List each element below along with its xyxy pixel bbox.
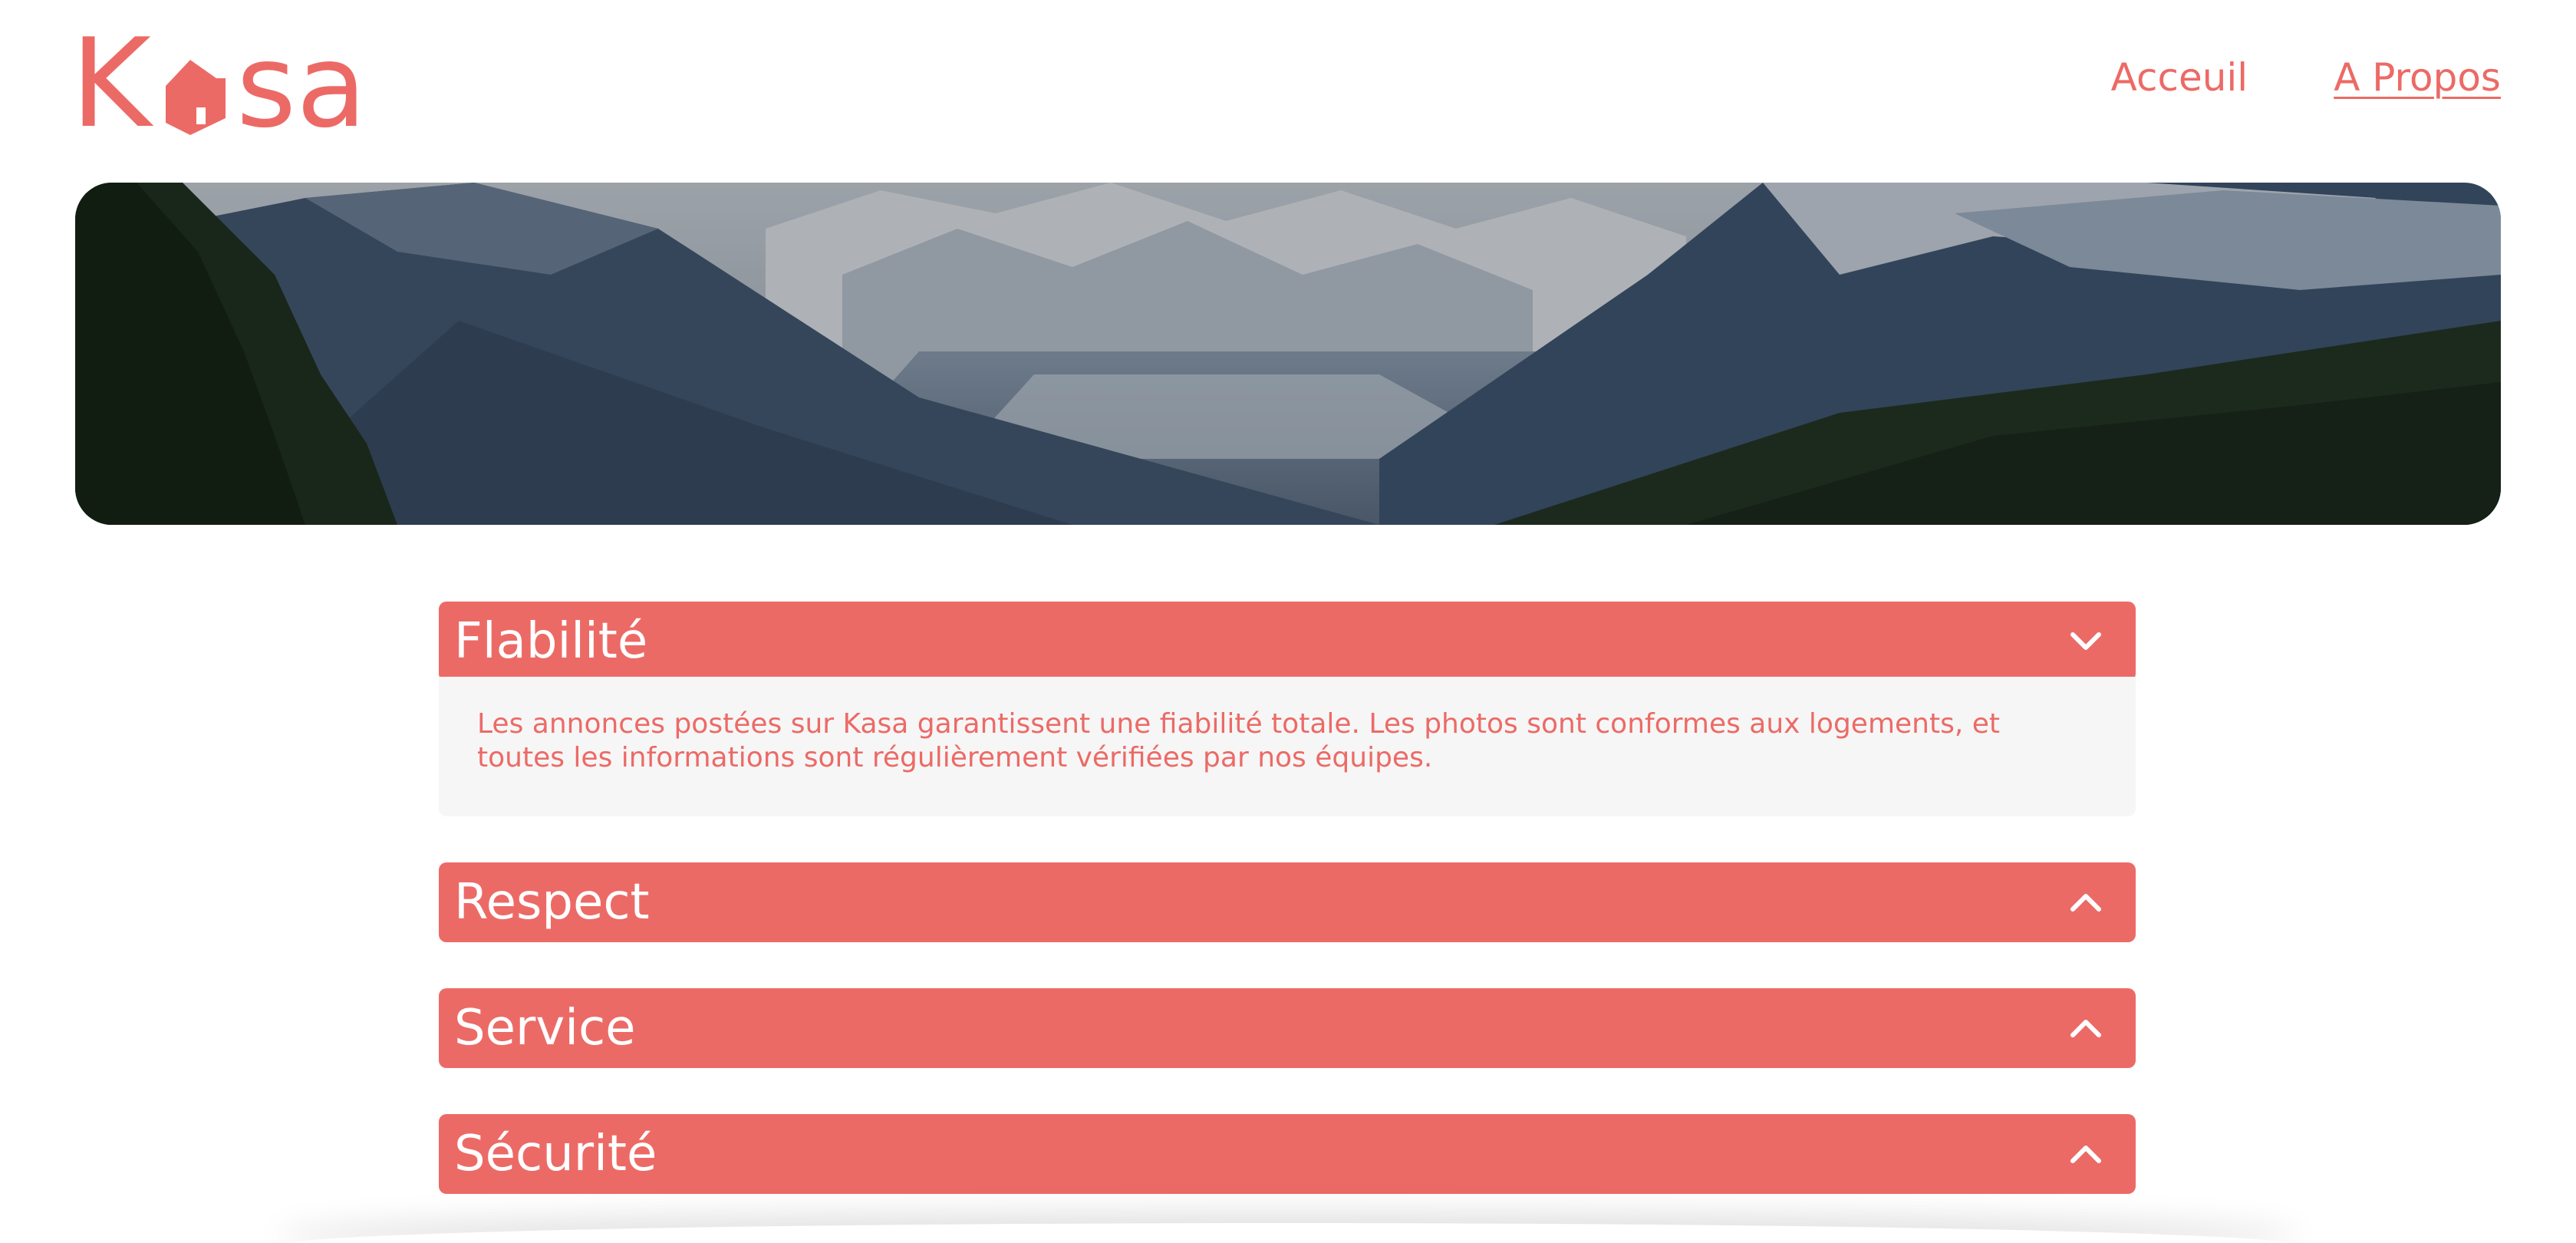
accordion-title: Service xyxy=(454,1000,636,1057)
logo-letters-sa: sa xyxy=(236,28,367,141)
hero-banner xyxy=(75,183,2501,525)
header: K sa Acceuil A Propos xyxy=(75,28,2501,141)
accordion-header-respect[interactable]: Respect xyxy=(439,862,2136,942)
mountain-landscape-image xyxy=(75,183,2501,525)
accordion-title: Flabilité xyxy=(454,613,648,670)
accordion-item-securite: Sécurité xyxy=(439,1114,2136,1194)
nav-link-acceuil[interactable]: Acceuil xyxy=(2111,58,2248,97)
kasa-logo-mark: K sa xyxy=(75,28,367,141)
kasa-logo[interactable]: K sa xyxy=(75,28,405,141)
house-icon xyxy=(166,60,226,135)
accordion-item-service: Service xyxy=(439,988,2136,1068)
accordion-header-service[interactable]: Service xyxy=(439,988,2136,1068)
chevron-down-icon[interactable] xyxy=(2065,621,2107,662)
chevron-up-icon[interactable] xyxy=(2065,882,2107,923)
accordion-title: Sécurité xyxy=(454,1126,657,1182)
accordion-header-fiabilite[interactable]: Flabilité xyxy=(439,602,2136,681)
logo-letter-k: K xyxy=(75,28,154,141)
chevron-up-icon[interactable] xyxy=(2065,1133,2107,1175)
values-accordion: Flabilité Les annonces postées sur Kasa … xyxy=(439,602,2136,1240)
accordion-title: Respect xyxy=(454,874,650,931)
accordion-header-securite[interactable]: Sécurité xyxy=(439,1114,2136,1194)
main-nav: Acceuil A Propos xyxy=(2111,58,2501,97)
accordion-item-fiabilite: Flabilité Les annonces postées sur Kasa … xyxy=(439,602,2136,816)
nav-link-a-propos[interactable]: A Propos xyxy=(2334,58,2501,97)
chevron-up-icon[interactable] xyxy=(2065,1007,2107,1049)
accordion-item-respect: Respect xyxy=(439,862,2136,942)
accordion-content-fiabilite: Les annonces postées sur Kasa garantisse… xyxy=(439,677,2136,816)
